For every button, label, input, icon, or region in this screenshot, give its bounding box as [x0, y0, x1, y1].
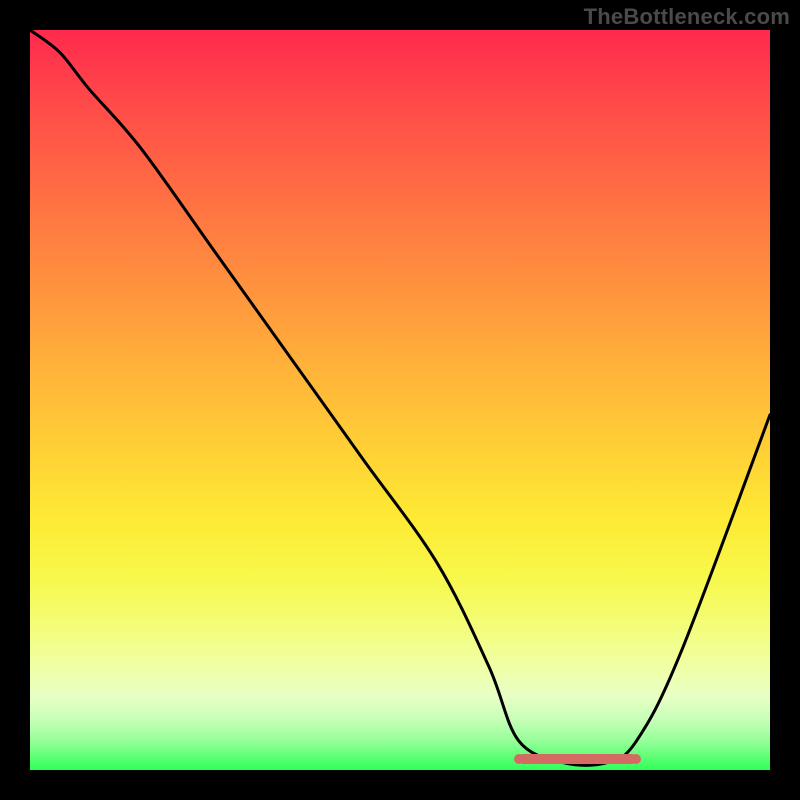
plot-area — [30, 30, 770, 770]
valley-highlight-dot-right — [631, 754, 641, 764]
bottleneck-curve — [30, 30, 770, 770]
watermark-text: TheBottleneck.com — [584, 4, 790, 30]
curve-path — [30, 30, 770, 765]
valley-highlight-band — [518, 754, 636, 764]
chart-frame: TheBottleneck.com — [0, 0, 800, 800]
